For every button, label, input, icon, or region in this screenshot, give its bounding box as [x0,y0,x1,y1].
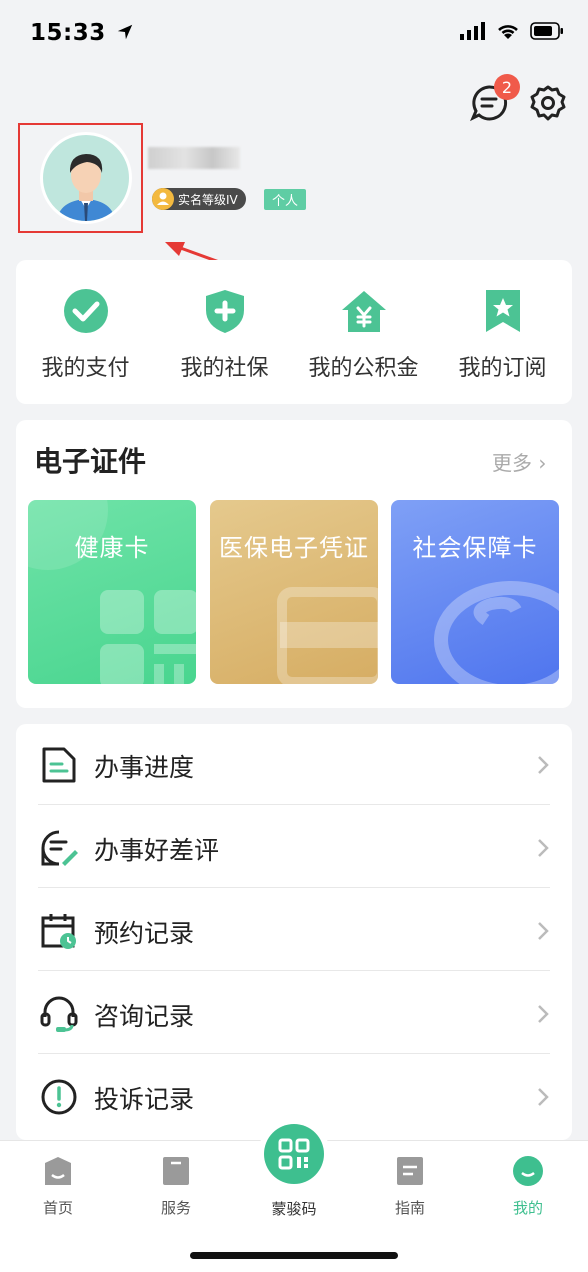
social-security-card[interactable]: 社会保障卡 [391,500,559,684]
quick-action-subscription[interactable]: 我的订阅 [433,260,572,404]
medical-card-label: 医保电子凭证 [219,534,369,562]
bookmark-star-icon [485,290,520,332]
certificates-title: 电子证件 [34,445,147,478]
record-row-progress[interactable]: 办事进度 [16,724,572,807]
certificates-more-link[interactable]: 更多 › [492,447,546,476]
tab-mine[interactable]: 我的 [488,1155,568,1225]
health-card[interactable]: 健康卡 [28,500,196,684]
gear-icon [530,85,566,121]
account-type-tag: 个人 [264,189,307,210]
chevron-right-icon [538,922,549,940]
signal-icon [460,22,485,40]
settings-button[interactable] [530,85,566,121]
chevron-right-icon [538,756,549,774]
divider [38,970,550,971]
document-icon [42,747,76,783]
shield-plus-icon [205,290,244,333]
home-indicator [190,1252,398,1259]
review-edit-icon [41,830,78,866]
avatar[interactable] [40,132,132,224]
qr-code-icon [278,1138,310,1170]
quick-action-housing-fund[interactable]: 我的公积金 [294,260,433,404]
wifi-icon [498,25,518,39]
check-circle-icon [63,289,108,333]
exclamation-circle-icon [41,1079,77,1115]
service-bookmark-icon [163,1157,189,1185]
chevron-right-icon [538,1005,549,1023]
record-row-appointment[interactable]: 预约记录 [16,890,572,973]
user-badge-icon [152,188,174,210]
qr-code-label: 蒙骏码 [271,1200,317,1218]
user-smile-icon [513,1156,543,1186]
battery-icon [530,22,563,40]
chevron-right-icon [538,839,549,857]
quick-action-payment[interactable]: 我的支付 [16,260,155,404]
quick-actions-card: 我的支付 我的社保 我的公积金 我的订阅 [16,260,572,404]
location-arrow-icon [118,24,133,40]
divider [38,804,550,805]
social-card-label: 社会保障卡 [412,534,538,562]
quick-action-social-security[interactable]: 我的社保 [155,260,294,404]
medical-insurance-card[interactable]: 医保电子凭证 [210,500,378,684]
qr-code-button[interactable] [264,1124,324,1184]
tab-guide[interactable]: 指南 [370,1155,450,1225]
home-icon [45,1157,71,1185]
message-badge: 2 [494,74,520,100]
headset-icon [40,996,78,1032]
chevron-right-icon [538,1088,549,1106]
divider [38,887,550,888]
divider [38,1053,550,1054]
user-avatar-icon [57,154,115,221]
username-redacted [148,147,240,169]
guide-icon [397,1157,423,1185]
health-card-label: 健康卡 [74,534,150,562]
calendar-clock-icon [41,914,76,949]
record-row-consultation[interactable]: 咨询记录 [16,973,572,1056]
status-time: 15:33 [30,20,134,46]
tab-home[interactable]: 首页 [18,1155,98,1225]
house-yen-icon [341,291,386,332]
tab-service[interactable]: 服务 [136,1155,216,1225]
record-row-review[interactable]: 办事好差评 [16,807,572,890]
status-icons [460,22,564,40]
